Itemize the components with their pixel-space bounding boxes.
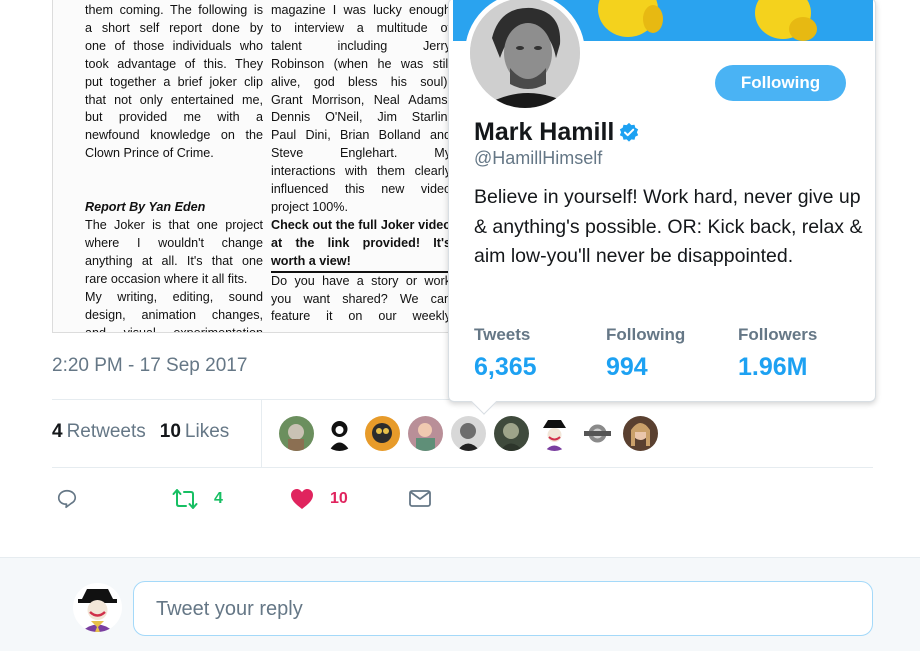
magazine-text-line: Clown Prince of Crime. [85,146,214,161]
tweet-timestamp[interactable]: 2:20 PM - 17 Sep 2017 [52,355,247,377]
magazine-text-line: design, animation changes, [85,307,263,322]
magazine-text-line: one of those individuals who [85,38,263,53]
tweet-stats: 4 Retweets 10 Likes [52,421,229,443]
magazine-text-line: Dennis O'Neil, Jim Starlin, [271,110,451,125]
magazine-column-right: magazine I was lucky enough to interview … [271,2,451,326]
magazine-text-line: to interview a multitude of [271,20,451,35]
retweets-stat[interactable]: 4 Retweets [52,421,146,443]
magazine-text-line: at the link provided! It's [271,235,451,250]
liker-avatar-6[interactable] [494,416,529,451]
current-user-avatar[interactable] [73,583,122,632]
magazine-text-line: anything at all. It's that one [85,253,263,268]
magazine-text-line: Do you have a story or work [271,273,451,288]
liker-avatar-7[interactable] [537,416,572,451]
direct-message-action[interactable] [408,488,432,508]
magazine-text-line: Check out the full Joker video [271,217,451,232]
magazine-text-line: but provided me with a [85,110,263,125]
profile-bio: Believe in yourself! Work hard, never gi… [474,186,863,267]
likes-stat[interactable]: 10 Likes [160,421,230,443]
verified-badge-icon [620,122,639,142]
liker-avatar-3[interactable] [365,416,400,451]
magazine-blank-line [85,163,263,181]
magazine-text-line: a short self report done by [85,20,263,35]
stat-followers-value: 1.96M [738,353,808,381]
stat-tweets-value: 6,365 [474,353,537,381]
stat-tweets-label: Tweets [474,325,531,344]
magazine-text-line: newfound knowledge on the [85,128,263,143]
stats-separator [261,399,262,467]
magazine-text-line: that not only entertained me, [85,92,263,107]
reply-icon [57,489,77,509]
magazine-text-line: took advantage of this. They [85,56,263,71]
magazine-text-line: worth a view! [271,253,451,273]
magazine-text-line: you want shared? We can [271,291,451,306]
magazine-text-line: influenced this new video [271,182,451,197]
stat-following[interactable]: Following 994 [606,325,720,382]
magazine-text-line: project 100%. [271,199,349,214]
magazine-scan-image[interactable]: them coming. The following is a short sel… [52,0,452,333]
profile-name: Mark Hamill [474,118,615,146]
profile-hover-card: Following Mark Hamill @HamillHimself Bel… [448,0,876,415]
likes-label: Likes [184,421,230,442]
stat-followers-label: Followers [738,325,818,344]
like-action[interactable]: 10 [290,488,348,510]
likes-count: 10 [159,421,181,442]
liker-avatar-8[interactable] [580,416,615,451]
reply-action[interactable] [56,488,78,510]
heart-icon [291,489,313,509]
profile-stats: Tweets 6,365 Following 994 Followers 1.9… [474,325,870,382]
liker-avatar-9[interactable] [623,416,658,451]
liker-avatar-2[interactable] [322,416,357,451]
magazine-text-line: feature it on our weekly [271,309,451,324]
following-button[interactable]: Following [715,65,846,101]
divider-bottom [52,467,873,468]
like-count: 10 [330,490,348,507]
stat-following-label: Following [606,325,686,344]
retweets-label: Retweets [66,421,146,442]
retweet-icon [172,489,198,509]
profile-handle[interactable]: @HamillHimself [474,148,602,169]
liker-avatar-5[interactable] [451,416,486,451]
magazine-text-line: where I wouldn't change [85,235,263,250]
magazine-text-line: alive, god bless his soul), [271,74,451,89]
liker-avatar-4[interactable] [408,416,443,451]
magazine-text-line: them coming. The following is [85,3,263,17]
stat-tweets[interactable]: Tweets 6,365 [474,325,588,382]
retweets-count: 4 [52,421,63,442]
retweet-count: 4 [214,490,223,507]
magazine-text-line: talent including Jerry [271,38,451,53]
magazine-text-line: Robinson (when he was still [271,56,451,71]
stat-followers[interactable]: Followers 1.96M [738,325,852,382]
profile-avatar[interactable] [465,0,585,113]
magazine-text-line: Grant Morrison, Neal Adams, [271,92,451,107]
retweet-action[interactable]: 4 [172,488,223,510]
magazine-text-line: Report By Yan Eden [85,200,206,215]
magazine-text-line: rare occasion where it all fits. [85,271,248,286]
magazine-column-left: them coming. The following is a short sel… [85,2,263,333]
magazine-text-line: put together a brief joker clip [85,74,263,89]
envelope-icon [409,490,431,507]
magazine-text-line: My writing, editing, sound [85,289,263,304]
hover-card-caret [471,389,497,415]
magazine-text-line: magazine I was lucky enough [271,3,451,17]
stat-following-value: 994 [606,353,648,381]
magazine-text-line: and visual experimentation [85,325,263,333]
magazine-blank-line [85,181,263,199]
magazine-text-line: Paul Dini, Brian Bolland and [271,128,451,143]
profile-name-row[interactable]: Mark Hamill [474,118,640,147]
liker-avatar-1[interactable] [279,416,314,451]
magazine-text-line: interactions with them clearly [271,164,451,179]
magazine-text-line: The Joker is that one project [85,218,263,233]
reply-input[interactable]: Tweet your reply [133,581,873,636]
magazine-text-line: Steve Englehart. My [271,146,451,161]
liker-avatars [279,416,658,451]
